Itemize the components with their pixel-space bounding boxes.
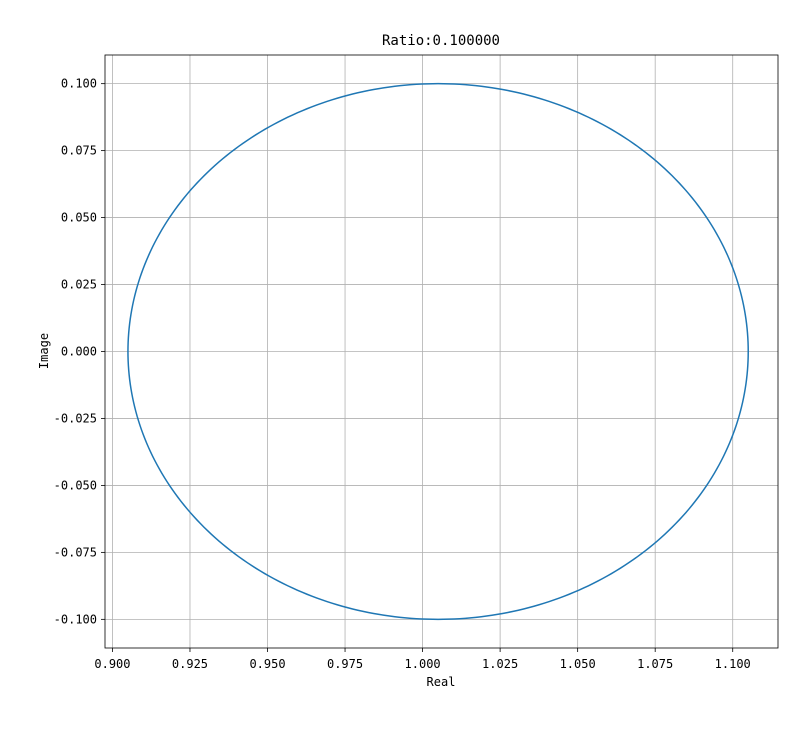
x-tick-label: 1.000 <box>405 657 441 671</box>
x-tick-label: 0.975 <box>327 657 363 671</box>
x-axis-label: Real <box>427 675 456 689</box>
y-axis-label: Image <box>37 333 51 369</box>
ticks: 0.900 0.925 0.950 0.975 1.000 1.025 1.050 1.075… <box>54 77 751 671</box>
y-tick-label: -0.025 <box>54 411 97 425</box>
y-tick-label: 0.050 <box>61 211 97 225</box>
chart-title: Ratio:0.100000 <box>382 33 500 49</box>
x-tick-label: 1.100 <box>715 657 751 671</box>
y-tick-label: -0.050 <box>54 478 97 492</box>
x-tick-label: 1.050 <box>560 657 596 671</box>
y-tick-label: 0.000 <box>61 345 97 359</box>
grid <box>105 55 778 648</box>
figure: 0.900 0.925 0.950 0.975 1.000 1.025 1.050 1.075… <box>0 0 800 730</box>
x-tick-label: 0.950 <box>249 657 285 671</box>
x-tick-label: 0.900 <box>94 657 130 671</box>
y-tick-label: 0.100 <box>61 77 97 91</box>
x-tick-label: 0.925 <box>172 657 208 671</box>
y-tick-label: 0.075 <box>61 144 97 158</box>
y-tick-label: 0.025 <box>61 278 97 292</box>
x-tick-label: 1.025 <box>482 657 518 671</box>
chart-svg: 0.900 0.925 0.950 0.975 1.000 1.025 1.050 1.075… <box>37 33 779 689</box>
y-tick-label: -0.100 <box>54 612 97 626</box>
x-tick-label: 1.075 <box>637 657 673 671</box>
y-tick-label: -0.075 <box>54 545 97 559</box>
